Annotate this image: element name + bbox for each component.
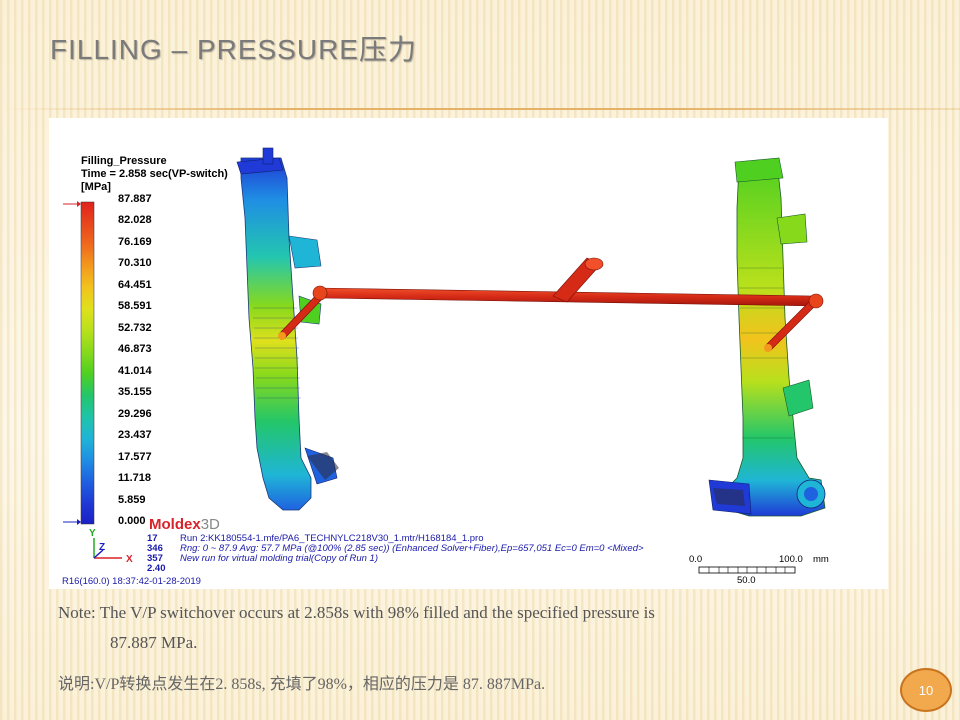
note-line-2: 87.887 MPa. [110, 633, 198, 652]
legend-colorbar [80, 201, 95, 525]
scale-bar [698, 566, 796, 574]
run-stats: 17 346 357 2.40 [147, 534, 173, 574]
legend-title: Filling_Pressure Time = 2.858 sec(VP-swi… [81, 155, 228, 194]
slide-title-main: Filling – Pressure [50, 34, 359, 65]
legend-value: 82.028 [118, 214, 152, 227]
scale-start: 0.0 [689, 554, 703, 565]
legend-title-line1: Filling_Pressure [81, 155, 167, 167]
brand-logo: Moldex3D [149, 516, 220, 533]
legend-value: 0.000 [118, 515, 146, 527]
legend-value: 46.873 [118, 343, 152, 356]
axis-z-label: Z [99, 542, 105, 553]
right-part [708, 157, 826, 517]
legend-value: 17.577 [118, 450, 152, 463]
scale-end: 100.0 [779, 554, 803, 565]
legend-value: 11.718 [118, 472, 152, 485]
note-line-1: Note: The V/P switchover occurs at 2.858… [58, 603, 655, 622]
legend-value: 52.732 [118, 321, 152, 334]
title-divider [0, 108, 960, 110]
slide-title-cn: 压力 [358, 34, 417, 65]
legend-value: 23.437 [118, 429, 152, 442]
note-chinese: 说明:V/P转换点发生在2. 858s, 充填了98%，相应的压力是 87. 8… [58, 676, 546, 693]
legend-value: 64.451 [118, 278, 152, 291]
axis-x-label: X [126, 554, 133, 565]
timestamp: R16(160.0) 18:37:42-01-28-2019 [62, 576, 201, 587]
run-stat: 2.40 [147, 563, 166, 574]
scale-unit: mm [813, 554, 829, 565]
legend-value: 87.887 [118, 193, 152, 205]
slide-title: Filling – Pressure压力 [50, 28, 417, 72]
axis-triad: Y Z X [89, 528, 133, 565]
legend-value: 35.155 [118, 386, 152, 399]
legend-title-line2: Time = 2.858 sec(VP-switch) [81, 168, 228, 180]
legend-value: 29.296 [118, 407, 152, 420]
legend-value: 5.859 [118, 493, 146, 506]
brand-suffix: 3D [200, 516, 220, 533]
legend-value: 58.591 [118, 300, 152, 313]
brand-name: Moldex [149, 516, 201, 533]
page-number-badge: 10 [900, 668, 952, 712]
legend-value: 41.014 [118, 364, 152, 377]
legend-value: 76.169 [118, 235, 152, 248]
legend-value: 70.310 [118, 257, 152, 270]
note: Note: The V/P switchover occurs at 2.858… [58, 598, 858, 658]
run-line-3: New run for virtual molding trial(Copy o… [180, 553, 378, 564]
simulation-figure: Y Z X Filling_Pressure Time = 2.858 sec(… [49, 118, 888, 589]
scale-mid: 50.0 [737, 575, 756, 586]
legend-markers [63, 201, 81, 525]
axis-y-label: Y [89, 528, 96, 539]
legend-unit: [MPa] [81, 181, 111, 193]
